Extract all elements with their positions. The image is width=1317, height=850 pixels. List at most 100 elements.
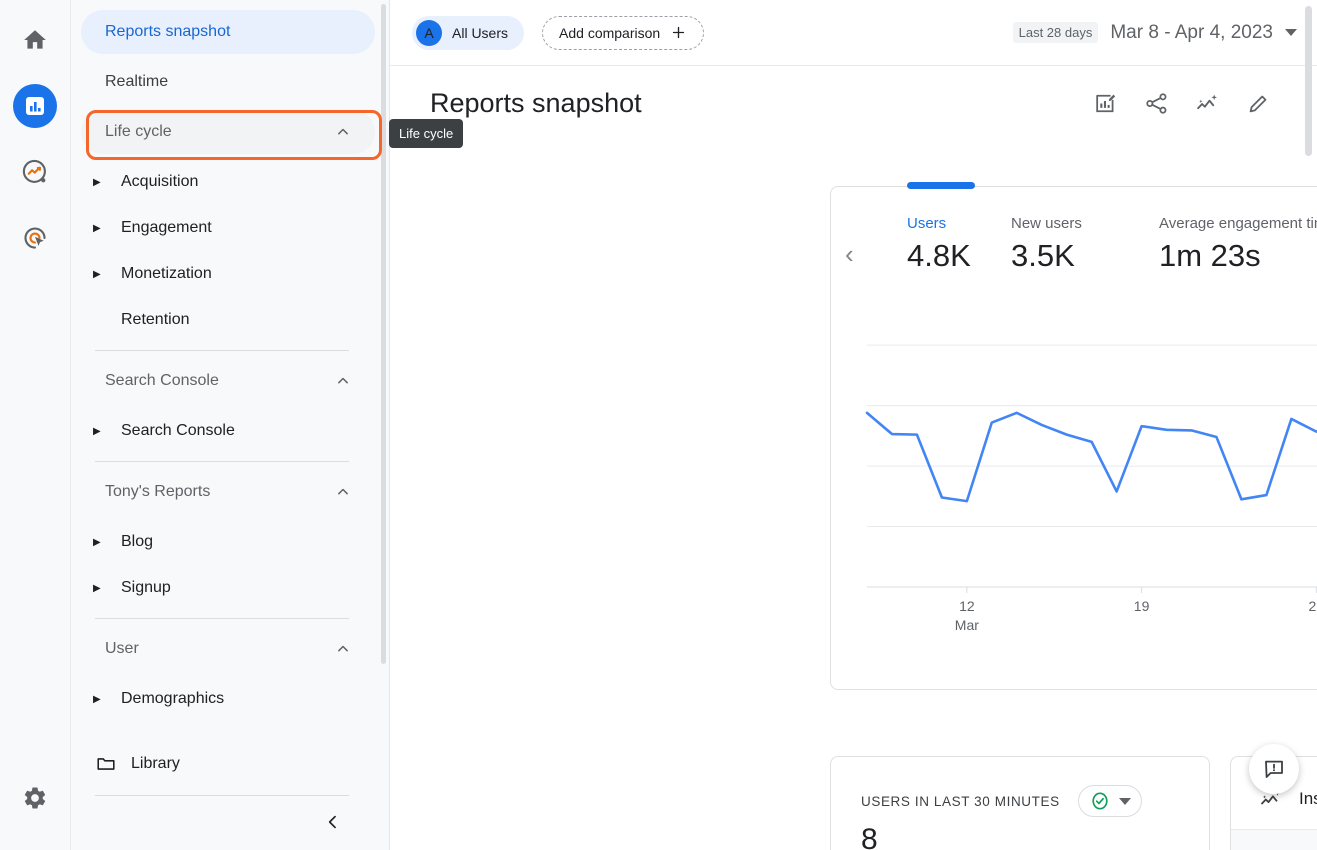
chart-svg: 010020030040012Mar192602Apr	[865, 344, 1317, 633]
sidebar-group-life-cycle[interactable]: Life cycle	[81, 110, 375, 154]
date-preset-badge: Last 28 days	[1012, 22, 1099, 43]
sidebar-group-label: Life cycle	[105, 123, 172, 140]
sidebar-item-signup[interactable]: ▶ Signup	[81, 566, 375, 610]
main-scrollbar[interactable]	[1305, 6, 1312, 156]
sidebar-item-realtime[interactable]: Realtime	[81, 60, 375, 104]
analytics-app: Reports snapshot Realtime Life cycle ▶ A…	[0, 0, 1317, 850]
sidebar-item-blog[interactable]: ▶ Blog	[81, 520, 375, 564]
page-header-actions	[1093, 91, 1271, 116]
sidebar-item-library[interactable]: Library	[71, 741, 389, 787]
sidebar-item-engagement[interactable]: ▶ Engagement	[81, 206, 375, 250]
chevron-up-icon	[333, 122, 353, 142]
customize-report-icon[interactable]	[1093, 91, 1118, 116]
realtime-users-card: USERS IN LAST 30 MINUTES 8	[830, 756, 1210, 850]
sidebar-item-label: Monetization	[121, 265, 212, 282]
bar-chart-icon	[26, 97, 44, 115]
rail-item-explore[interactable]	[13, 150, 57, 194]
realtime-card-title: USERS IN LAST 30 MINUTES	[861, 793, 1060, 809]
rail-item-reports[interactable]	[13, 84, 57, 128]
sidebar-item-label: Signup	[121, 579, 171, 596]
metric-value: 4.8K	[907, 238, 971, 273]
metric-users[interactable]: Users 4.8K	[907, 215, 1011, 274]
sidebar-item-acquisition[interactable]: ▶ Acquisition	[81, 160, 375, 204]
chevron-down-icon	[1285, 29, 1297, 36]
overview-chart-card: ‹ Users 4.8K New users 3.5K Average enga…	[830, 182, 1317, 690]
sidebar-item-reports-snapshot[interactable]: Reports snapshot	[81, 10, 375, 54]
rail-item-home[interactable]	[13, 18, 57, 62]
chevron-up-icon	[333, 371, 353, 391]
rail-item-advertising[interactable]	[13, 216, 57, 260]
sidebar-group-label: Search Console	[105, 372, 219, 389]
insights-card-title: Insights	[1299, 789, 1317, 808]
feedback-icon	[1265, 760, 1283, 778]
metric-label: New users	[1011, 215, 1082, 232]
triangle-right-icon: ▶	[93, 176, 101, 188]
sidebar-item-search-console[interactable]: ▶ Search Console	[81, 409, 375, 453]
sidebar-item-label: Retention	[121, 311, 190, 328]
triangle-right-icon: ▶	[93, 425, 101, 437]
home-icon	[24, 30, 46, 49]
sidebar-group-user[interactable]: User	[81, 627, 375, 671]
sidebar-group-label: Tony's Reports	[105, 483, 211, 500]
advertising-icon	[24, 227, 46, 249]
add-comparison-button[interactable]: Add comparison	[542, 15, 705, 50]
sidebar-item-label: Realtime	[105, 73, 169, 90]
metric-list: Users 4.8K New users 3.5K Average engage…	[831, 187, 1317, 274]
triangle-right-icon: ▶	[93, 582, 101, 594]
sidebar-item-label: Search Console	[121, 422, 235, 439]
sidebar-item-label: Blog	[121, 533, 154, 550]
rail-item-settings[interactable]	[13, 776, 57, 820]
divider	[95, 795, 349, 796]
explore-icon	[22, 159, 46, 183]
sidebar-scrollbar[interactable]	[381, 4, 386, 664]
page-title: Reports snapshot	[430, 88, 642, 118]
metric-average-engagement-time[interactable]: Average engagement time ? 1m 23s	[1159, 215, 1317, 274]
chevron-left-icon	[328, 815, 336, 829]
page-header: Reports snapshot	[390, 66, 1317, 119]
data-collection-status[interactable]	[1077, 785, 1142, 817]
avatar: A	[416, 19, 442, 46]
collapse-row	[71, 806, 389, 838]
gear-icon	[24, 787, 46, 809]
metric-new-users[interactable]: New users 3.5K	[1011, 215, 1159, 274]
folder-icon	[97, 758, 115, 770]
metric-label: Average engagement time	[1159, 215, 1317, 232]
sidebar-group-label: User	[105, 640, 139, 657]
collapse-nav-button[interactable]	[317, 806, 349, 838]
edit-icon[interactable]	[1246, 91, 1271, 116]
x-axis-month-label: Mar	[955, 617, 979, 633]
sidebar-group-tonys-reports[interactable]: Tony's Reports	[81, 470, 375, 514]
add-comparison-label: Add comparison	[559, 24, 661, 41]
divider	[95, 618, 349, 619]
metric-label: Users	[907, 215, 947, 232]
share-icon[interactable]	[1144, 91, 1169, 116]
audience-chip-all-users[interactable]: A All Users	[412, 15, 525, 50]
sidebar-item-retention[interactable]: Retention	[81, 298, 375, 342]
x-axis-tick-label: 12	[959, 598, 975, 614]
sidebar-item-label: Acquisition	[121, 173, 199, 190]
main-content: A All Users Add comparison Last 28 days …	[390, 0, 1317, 850]
metric-value: 1m 23s	[1159, 238, 1261, 273]
divider	[95, 350, 349, 351]
insights-card-body	[1231, 830, 1317, 850]
sidebar: Reports snapshot Realtime Life cycle ▶ A…	[70, 0, 390, 850]
realtime-card-header: USERS IN LAST 30 MINUTES	[831, 757, 1209, 817]
sidebar-item-label: Reports snapshot	[105, 23, 231, 40]
sidebar-item-demographics[interactable]: ▶ Demographics	[81, 677, 375, 721]
tooltip-life-cycle: Life cycle	[389, 119, 464, 148]
sidebar-group-search-console[interactable]: Search Console	[81, 359, 375, 403]
triangle-right-icon: ▶	[93, 222, 101, 234]
sidebar-item-monetization[interactable]: ▶ Monetization	[81, 252, 375, 296]
insights-icon[interactable]	[1195, 91, 1220, 116]
check-circle-icon	[1092, 792, 1108, 810]
sidebar-item-label: Demographics	[121, 690, 225, 707]
icon-rail	[0, 0, 70, 850]
users-line-chart: 010020030040012Mar192602Apr	[831, 315, 1317, 645]
chart-series-users	[865, 411, 1317, 503]
date-range-label: Mar 8 - Apr 4, 2023	[1110, 21, 1273, 43]
date-range-selector[interactable]: Last 28 days Mar 8 - Apr 4, 2023	[1012, 21, 1297, 44]
sidebar-item-label: Library	[131, 755, 180, 772]
x-axis-tick-label: 26	[1309, 598, 1317, 614]
realtime-users-value: 8	[861, 823, 878, 850]
send-feedback-button[interactable]	[1249, 744, 1299, 794]
